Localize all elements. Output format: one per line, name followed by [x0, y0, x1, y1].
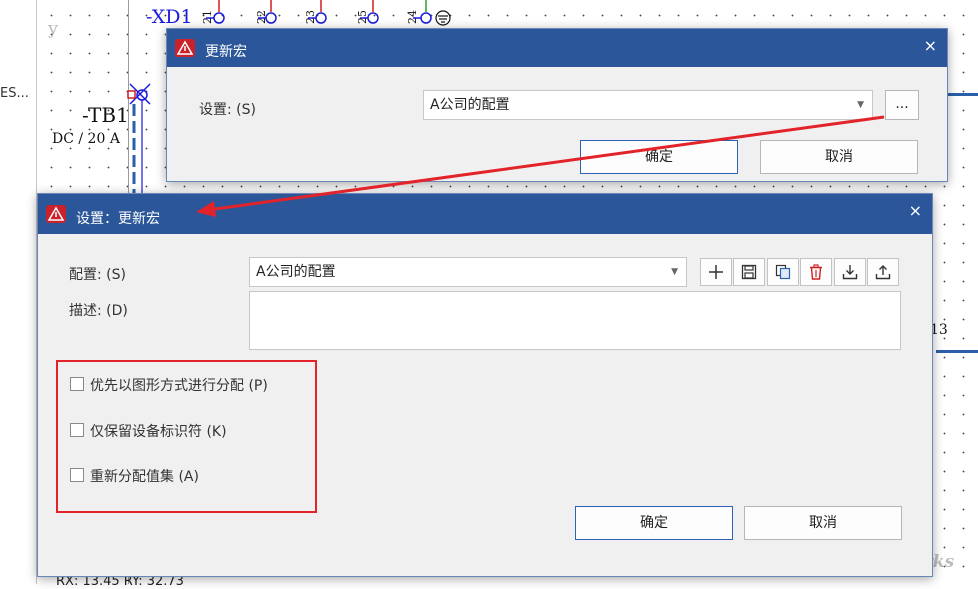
cancel-button[interactable]: 取消	[760, 140, 918, 174]
chevron-down-icon: ▼	[671, 267, 678, 277]
delete-config-button[interactable]	[800, 258, 832, 286]
dialog-title-bar[interactable]: 更新宏 ×	[167, 29, 947, 67]
config-dropdown[interactable]: A公司的配置 ▼	[249, 257, 687, 287]
save-config-button[interactable]	[733, 258, 765, 286]
new-config-button[interactable]	[700, 258, 732, 286]
browse-button[interactable]: ...	[885, 90, 919, 120]
update-macro-dialog: 更新宏 × 设置: (S) A公司的配置 ▼ ... 确定 取消	[166, 28, 948, 182]
dialog-title: 设置：更新宏	[76, 211, 160, 227]
app-logo-icon	[175, 39, 195, 57]
wire-segment	[936, 350, 978, 353]
description-label: 描述: (D)	[69, 303, 128, 319]
wire-segment	[944, 93, 978, 96]
left-panel-text: ES...	[0, 86, 29, 101]
highlight-box	[56, 360, 317, 513]
tb1-label: -TB1	[82, 103, 129, 127]
cancel-button[interactable]: 取消	[744, 506, 902, 540]
import-config-button[interactable]	[834, 258, 866, 286]
delete-icon	[810, 264, 822, 280]
axis-mark: y	[48, 18, 59, 39]
copy-config-button[interactable]	[767, 258, 799, 286]
setting-label: 设置: (S)	[199, 102, 256, 118]
chevron-down-icon: ▼	[857, 100, 864, 110]
setting-dropdown[interactable]: A公司的配置 ▼	[423, 90, 873, 120]
config-value: A公司的配置	[256, 264, 336, 280]
close-icon[interactable]: ×	[909, 201, 922, 220]
xd-label: -XD1	[146, 6, 193, 28]
ok-button[interactable]: 确定	[580, 140, 738, 174]
import-icon	[842, 265, 858, 280]
close-icon[interactable]: ×	[924, 36, 937, 55]
device-symbol	[127, 83, 151, 200]
app-logo-icon	[46, 205, 66, 223]
dialog-title: 更新宏	[205, 44, 247, 60]
export-icon	[875, 265, 891, 280]
description-field[interactable]	[249, 291, 901, 350]
copy-icon	[775, 264, 791, 280]
config-label: 配置: (S)	[69, 267, 126, 283]
ok-button[interactable]: 确定	[575, 506, 733, 540]
dialog-title-bar[interactable]: 设置：更新宏 ×	[38, 194, 932, 234]
save-icon	[741, 264, 757, 280]
plus-icon	[709, 265, 723, 279]
export-config-button[interactable]	[867, 258, 899, 286]
setting-value: A公司的配置	[430, 97, 510, 113]
left-panel: ES...	[0, 0, 37, 584]
tb1-rating: DC / 20 A	[52, 131, 120, 147]
